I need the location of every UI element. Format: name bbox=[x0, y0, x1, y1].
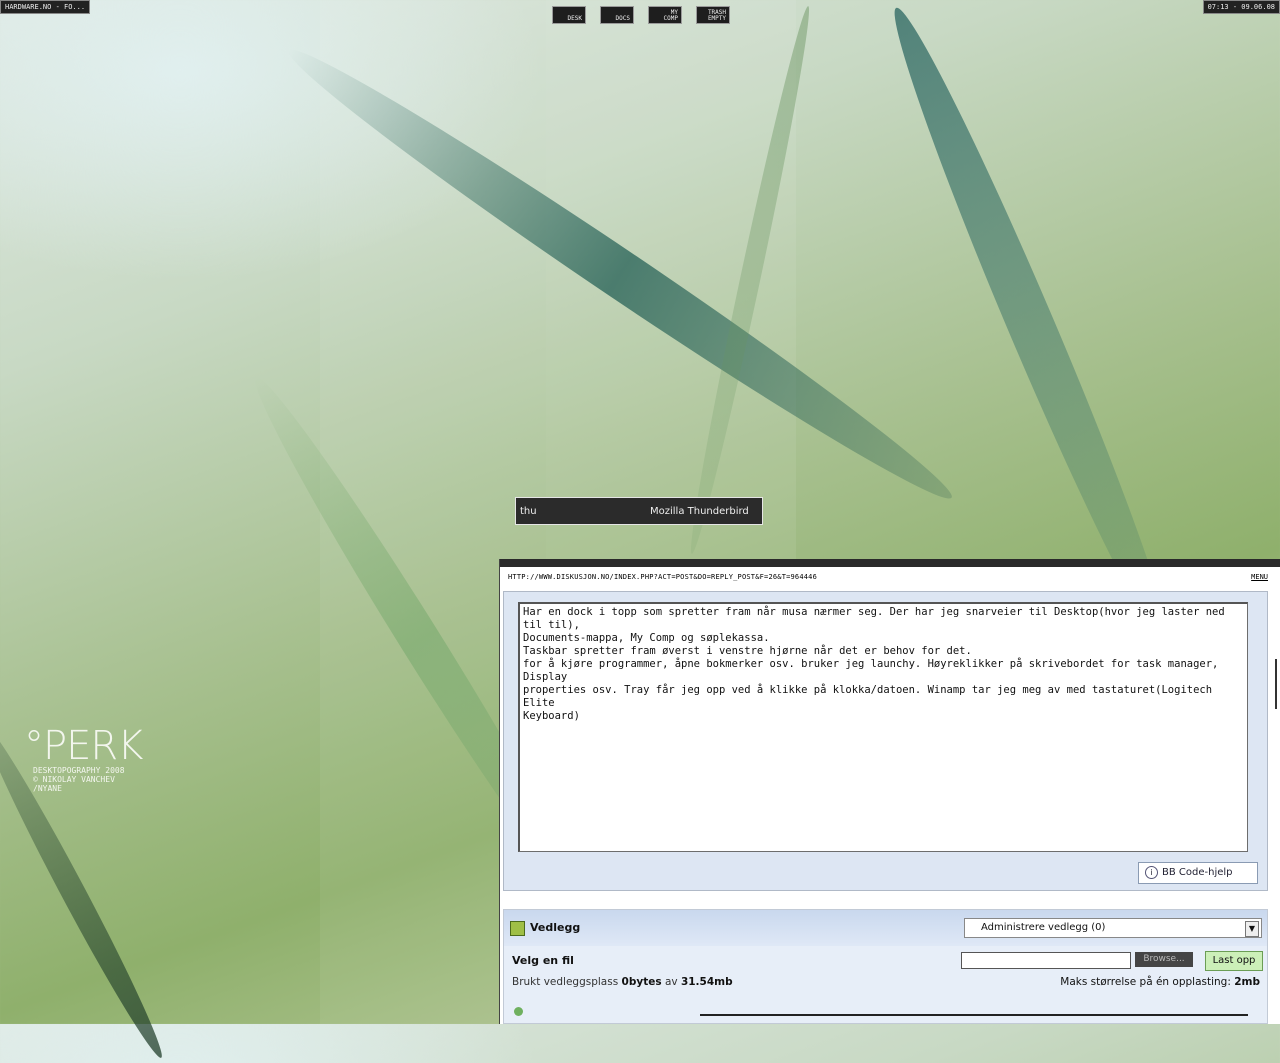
used-space-total: 31.54mb bbox=[680, 976, 733, 988]
browser-window: HTTP://WWW.DISKUSJON.NO/INDEX.PHP?ACT=PO… bbox=[499, 559, 1280, 1024]
dock-label: TRASH EMPTY bbox=[707, 9, 726, 22]
used-space-of: av bbox=[664, 976, 678, 988]
wallpaper-credit-line: /NYANE bbox=[33, 784, 62, 793]
browser-title-bar[interactable] bbox=[500, 559, 1280, 567]
browse-button[interactable]: Browse... bbox=[1135, 952, 1193, 967]
used-space-label: Brukt vedleggsplass bbox=[512, 976, 619, 988]
url-text[interactable]: HTTP://WWW.DISKUSJON.NO/INDEX.PHP?ACT=PO… bbox=[508, 573, 817, 581]
status-icon bbox=[514, 1007, 523, 1016]
menu-button[interactable]: MENU bbox=[1251, 573, 1268, 581]
dock-label: DESK bbox=[567, 15, 582, 22]
attachments-header: Vedlegg Administrere vedlegg (0) ▼ bbox=[504, 910, 1267, 946]
tray-clock[interactable]: 07:13 - 09.06.08 bbox=[1202, 0, 1280, 14]
attachment-icon bbox=[510, 921, 525, 936]
post-textarea[interactable]: Har en dock i topp som spretter fram når… bbox=[518, 602, 1248, 852]
scrollbar-thumb[interactable] bbox=[1275, 659, 1277, 709]
bbcode-help-button[interactable]: i BB Code-hjelp bbox=[1138, 862, 1258, 884]
chevron-down-icon[interactable]: ▼ bbox=[1245, 921, 1259, 937]
max-upload-size: Maks størrelse på én opplasting: 2mb bbox=[1060, 976, 1260, 988]
file-path-input[interactable] bbox=[961, 952, 1131, 969]
manage-attachments-value: Administrere vedlegg (0) bbox=[981, 922, 1106, 933]
post-editor-panel: Har en dock i topp som spretter fram når… bbox=[503, 591, 1268, 891]
perk-logo: °PERK bbox=[24, 723, 143, 769]
info-icon: i bbox=[1145, 866, 1158, 879]
attachments-title: Vedlegg bbox=[530, 921, 581, 934]
dock-label: MY COMP bbox=[663, 9, 678, 22]
used-space-amount: 0bytes bbox=[621, 976, 662, 988]
launcher-box[interactable]: thu Mozilla Thunderbird bbox=[515, 497, 763, 525]
manage-attachments-select[interactable]: Administrere vedlegg (0) ▼ bbox=[964, 918, 1262, 938]
used-space-text: Brukt vedleggsplass 0bytes av 31.54mb bbox=[512, 976, 733, 988]
wallpaper-credit-line: © NIKOLAY VANCHEV bbox=[33, 775, 115, 784]
attachments-panel: Vedlegg Administrere vedlegg (0) ▼ Velg … bbox=[503, 909, 1268, 1024]
address-bar[interactable]: HTTP://WWW.DISKUSJON.NO/INDEX.PHP?ACT=PO… bbox=[500, 567, 1280, 587]
divider bbox=[700, 1014, 1248, 1016]
dock-label: DOCS bbox=[615, 15, 630, 22]
pick-file-label: Velg en fil bbox=[512, 954, 574, 967]
wallpaper-logo: °PERK DESKTOPOGRAPHY 2008 © NIKOLAY VANC… bbox=[24, 723, 143, 793]
taskbar-window-button[interactable]: HARDWARE.NO - FO... bbox=[0, 0, 91, 14]
launcher-query[interactable]: thu bbox=[520, 506, 537, 517]
dock-documents-shortcut[interactable]: DOCS bbox=[600, 6, 634, 24]
launcher-result[interactable]: Mozilla Thunderbird bbox=[650, 506, 749, 517]
upload-button[interactable]: Last opp bbox=[1205, 951, 1263, 971]
dock-trash-shortcut[interactable]: TRASH EMPTY bbox=[696, 6, 730, 24]
max-upload-label: Maks størrelse på én opplasting: bbox=[1060, 976, 1231, 988]
bbcode-help-label: BB Code-hjelp bbox=[1162, 867, 1233, 878]
dock-my-computer-shortcut[interactable]: MY COMP bbox=[648, 6, 682, 24]
dock-desktop-shortcut[interactable]: DESK bbox=[552, 6, 586, 24]
max-upload-value: 2mb bbox=[1234, 976, 1260, 988]
